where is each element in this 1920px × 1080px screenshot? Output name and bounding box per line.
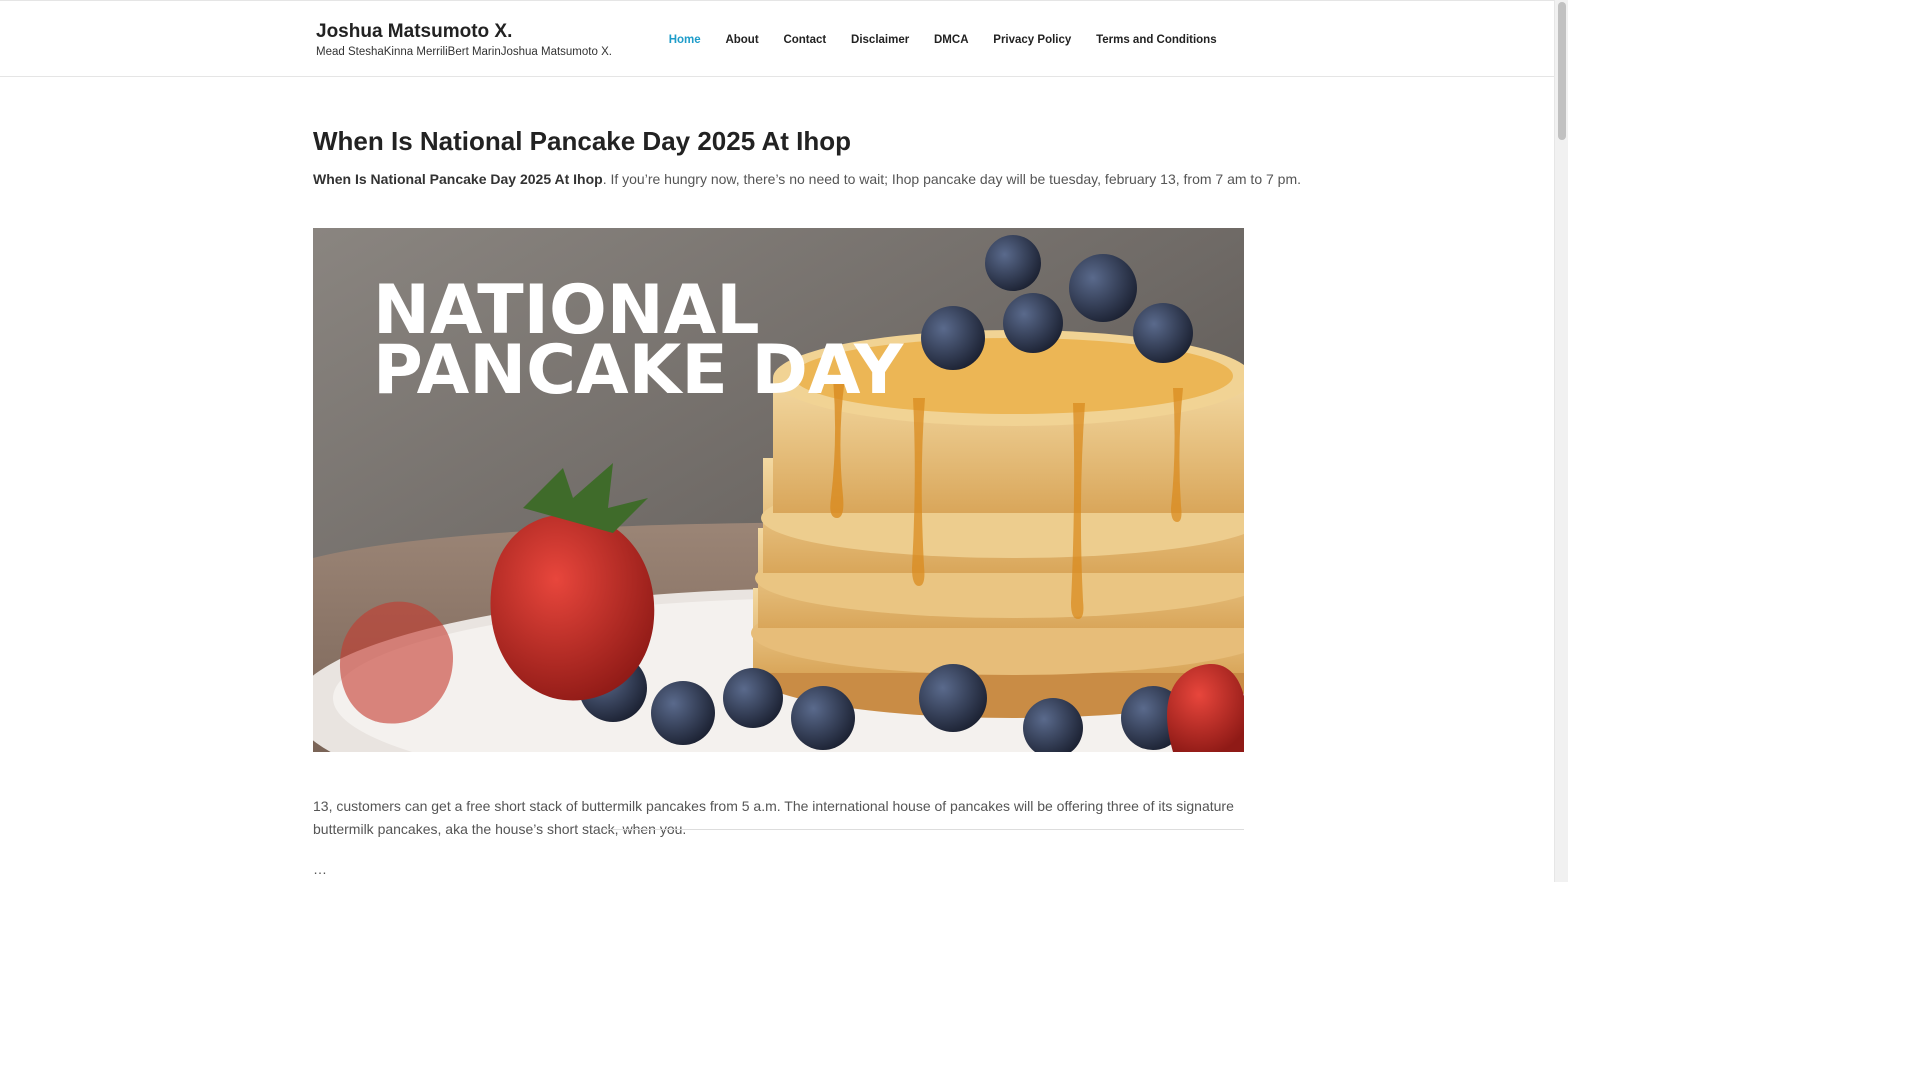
nav-item-dmca[interactable]: DMCA xyxy=(922,32,981,48)
nav-item-contact[interactable]: Contact xyxy=(771,32,839,48)
post-body-paragraph: 13, customers can get a free short stack… xyxy=(313,798,1234,837)
hero-image: NATIONAL PANCAKE DAY xyxy=(313,228,1244,752)
post-title: When Is National Pancake Day 2025 At Iho… xyxy=(313,126,851,156)
post-content: When Is National Pancake Day 2025 At Iho… xyxy=(313,77,1301,877)
nav-item-disclaimer[interactable]: Disclaimer xyxy=(839,32,922,48)
post-intro-bold: When Is National Pancake Day 2025 At Iho… xyxy=(313,171,603,187)
post-body-ellipsis: … xyxy=(313,861,327,877)
scrollbar-thumb[interactable] xyxy=(1558,2,1566,140)
post-intro: When Is National Pancake Day 2025 At Iho… xyxy=(313,168,1301,190)
site-header: Joshua Matsumoto X. Mead SteshaKinna Mer… xyxy=(0,0,1554,77)
nav-item-about[interactable]: About xyxy=(713,32,771,48)
post-body: 13, customers can get a free short stack… xyxy=(313,795,1244,881)
content-divider xyxy=(603,829,1244,830)
nav-item-privacy-policy[interactable]: Privacy Policy xyxy=(981,32,1084,48)
hero-headline-line2: PANCAKE DAY xyxy=(373,331,904,410)
nav-item-terms-and-conditions[interactable]: Terms and Conditions xyxy=(1084,32,1229,48)
nav-item-home[interactable]: Home xyxy=(656,32,713,48)
post-intro-text: . If you’re hungry now, there’s no need … xyxy=(602,171,1302,187)
page: Joshua Matsumoto X. Mead SteshaKinna Mer… xyxy=(0,0,1568,882)
main-navigation: Home About Contact Disclaimer DMCA Priva… xyxy=(656,32,1229,48)
site-title-link[interactable]: Joshua Matsumoto X. xyxy=(316,21,512,43)
vertical-scrollbar[interactable] xyxy=(1554,0,1568,882)
site-tagline: Mead SteshaKinna MerriliBert MarinJoshua… xyxy=(316,46,612,58)
pancake-photo: NATIONAL PANCAKE DAY xyxy=(313,228,1244,752)
